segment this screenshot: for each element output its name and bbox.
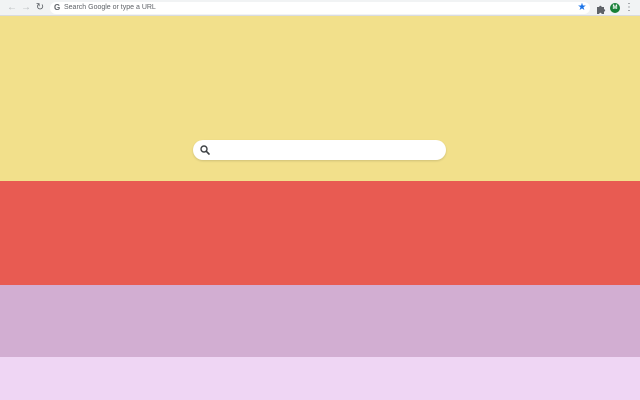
omnibox[interactable]: G Search Google or type a URL <box>50 2 590 14</box>
puzzle-glyph <box>597 5 606 14</box>
browser-toolbar: ← → ↻ G Search Google or type a URL ★ M … <box>0 0 640 16</box>
color-band-mauve <box>0 285 640 357</box>
reload-icon[interactable]: ↻ <box>34 2 46 14</box>
forward-icon[interactable]: → <box>20 2 32 14</box>
back-icon[interactable]: ← <box>6 2 18 14</box>
color-band-yellow <box>0 16 640 181</box>
profile-avatar[interactable]: M <box>610 3 620 13</box>
extensions-puzzle-icon[interactable] <box>595 2 607 14</box>
google-icon: G <box>54 3 61 12</box>
more-menu-icon[interactable]: ⋮ <box>624 2 634 14</box>
search-icon <box>200 145 210 155</box>
omnibox-placeholder: Search Google or type a URL <box>64 4 156 11</box>
color-band-lavender <box>0 357 640 400</box>
search-box[interactable] <box>193 140 446 160</box>
search-input[interactable] <box>213 142 438 158</box>
bookmark-star-icon[interactable]: ★ <box>576 2 588 14</box>
color-band-red <box>0 181 640 285</box>
